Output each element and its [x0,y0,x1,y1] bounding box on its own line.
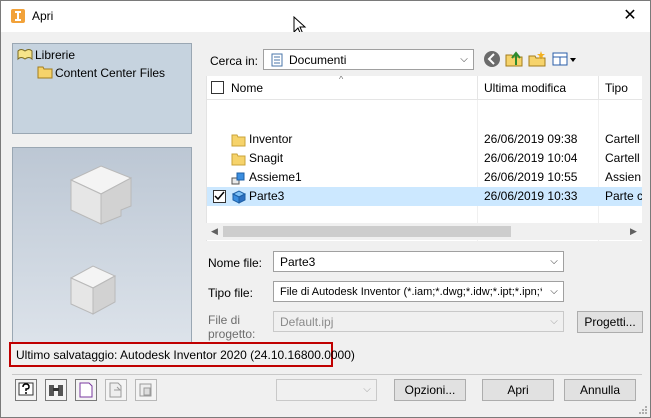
options-dropdown: ⌵ [276,379,377,401]
file-name: Assieme1 [249,170,302,184]
filetype-label: Tipo file: [208,286,253,300]
help-icon [18,382,34,396]
assembly-icon [231,172,245,185]
file-row-parte3[interactable]: Parte3 26/06/2019 10:33 Parte c [207,187,642,206]
project-select: Default.ipj ⌵ [273,311,564,332]
filename-input[interactable]: Parte3 ⌵ [273,251,564,272]
binoculars-icon [49,385,63,396]
column-type-header[interactable]: Tipo [605,76,628,100]
new-folder-icon[interactable] [527,49,547,69]
part-icon [231,190,246,204]
file-name: Snagit [249,151,284,165]
up-folder-icon[interactable] [504,49,524,69]
file-name: Parte3 [249,189,285,203]
file-modified: 26/06/2019 10:33 [484,189,578,203]
content-center-item[interactable]: Content Center Files [37,65,165,80]
library-icon [17,49,33,61]
file-list[interactable]: ^ Nome Ultima modifica Tipo Inventor 26/… [206,76,642,241]
libraries-panel: Librerie Content Center Files [12,43,192,134]
lookin-combo[interactable]: Documenti ⌵ [263,49,474,70]
chevron-down-icon: ⌵ [460,54,468,65]
preview-pane [12,147,192,360]
replace-icon [109,382,122,398]
file-row-assieme1[interactable]: Assieme1 26/06/2019 10:55 Assien [207,168,642,187]
file-modified: 26/06/2019 10:04 [484,151,578,165]
title-bar: Apri ✕ [1,1,650,32]
file-modified: 26/06/2019 09:38 [484,132,578,146]
sort-ascending-icon: ^ [339,76,344,84]
insert-button[interactable] [135,379,157,401]
insert-icon [139,383,152,397]
content-center-label: Content Center Files [55,66,166,80]
folder-icon [231,153,246,166]
find-button[interactable] [45,379,67,401]
column-name-header[interactable]: Nome [231,76,263,100]
file-type: Assien [605,170,642,184]
replace-button[interactable] [105,379,127,401]
close-button[interactable]: ✕ [617,3,643,29]
open-button[interactable]: Apri [482,379,554,401]
file-properties-button[interactable] [75,379,97,401]
file-type: Parte c [605,189,642,203]
project-label-line2: progetto: [208,327,256,341]
filetype-select[interactable]: File di Autodesk Inventor (*.iam;*.dwg;*… [273,281,564,302]
column-modified-header[interactable]: Ultima modifica [484,76,566,100]
help-button[interactable] [15,379,37,401]
folder-icon [231,134,246,147]
check-icon [214,191,225,201]
part-preview-image [69,165,133,315]
projects-button[interactable]: Progetti... [577,311,643,333]
chevron-down-icon: ⌵ [550,316,558,327]
chevron-down-icon: ⌵ [550,286,558,297]
filetype-value: File di Autodesk Inventor (*.iam;*.dwg;*… [280,286,542,298]
filename-label: Nome file: [208,256,263,270]
file-type: Cartell [605,132,640,146]
project-label-line1: File di [208,313,241,327]
lookin-label: Cerca in: [210,54,259,68]
scroll-left-icon[interactable]: ◀ [206,223,223,240]
dialog-body: Librerie Content Center Files Cerca in: [1,32,650,417]
divider [12,374,642,375]
libraries-root-item[interactable]: Librerie [17,47,75,62]
libraries-root-label: Librerie [35,48,76,62]
filename-value: Parte3 [280,255,316,269]
select-all-checkbox[interactable] [211,81,224,94]
row-checkbox[interactable] [213,190,226,203]
cancel-button[interactable]: Annulla [564,379,636,401]
view-menu-icon[interactable] [551,49,577,69]
file-modified: 26/06/2019 10:55 [484,170,578,184]
window-title: Apri [32,9,54,23]
file-name: Inventor [249,132,293,146]
file-row-inventor[interactable]: Inventor 26/06/2019 09:38 Cartell [207,130,642,149]
chevron-down-icon: ⌵ [363,384,371,395]
scrollbar-thumb[interactable] [223,226,511,237]
documents-icon [271,53,283,67]
file-type: Cartell [605,151,640,165]
list-header: ^ Nome Ultima modifica Tipo [207,76,642,100]
horizontal-scrollbar[interactable]: ◀ ▶ [206,223,642,240]
last-saved-status: Ultimo salvataggio: Autodesk Inventor 20… [9,342,355,367]
inventor-app-icon [11,9,25,23]
resize-grip-icon[interactable] [638,405,648,415]
open-dialog: Apri ✕ Librerie Content Center Files Cer… [0,0,651,418]
folder-icon [37,66,53,79]
lookin-value: Documenti [289,53,347,67]
options-button[interactable]: Opzioni... [394,379,466,401]
file-row-snagit[interactable]: Snagit 26/06/2019 10:04 Cartell [207,149,642,168]
project-value: Default.ipj [280,315,334,329]
last-saved-text: Ultimo salvataggio: Autodesk Inventor 20… [16,348,355,362]
scroll-right-icon[interactable]: ▶ [625,223,642,240]
back-icon[interactable] [482,49,502,69]
document-icon [79,382,93,398]
chevron-down-icon[interactable]: ⌵ [545,252,563,271]
